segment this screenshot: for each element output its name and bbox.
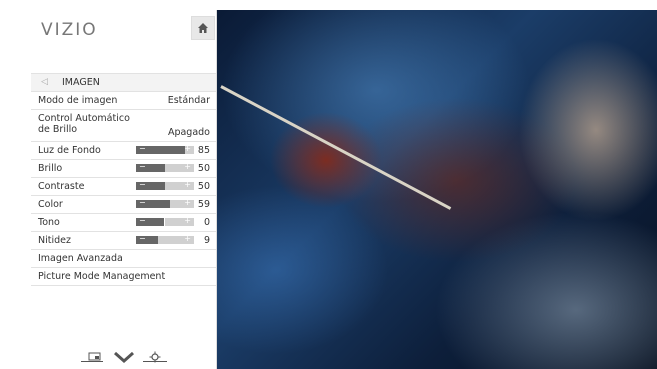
minus-icon: −	[139, 162, 146, 171]
chevron-down-icon	[114, 351, 134, 364]
menu-item-sharpness[interactable]: Nitidez − + 9	[31, 231, 216, 249]
plus-icon: +	[184, 144, 191, 153]
menu-item-label: Brillo	[38, 163, 63, 174]
tint-slider[interactable]: − +	[136, 216, 194, 226]
minus-icon: −	[139, 234, 146, 243]
home-icon	[198, 23, 208, 33]
menu-item-label: Contraste	[38, 181, 85, 192]
picture-menu-panel: VIZIO ◁ IMAGEN Modo de imagen Estándar C…	[31, 10, 217, 369]
menu-item-label: Imagen Avanzada	[38, 253, 123, 264]
menu-item-value: Estándar	[167, 95, 210, 106]
plus-icon: +	[184, 180, 191, 189]
menu-item-label: Modo de imagen	[38, 95, 118, 106]
menu-header[interactable]: ◁ IMAGEN	[31, 73, 216, 91]
minus-icon: −	[139, 180, 146, 189]
menu-item-value: 59	[197, 199, 210, 210]
menu-item-backlight[interactable]: Luz de Fondo − + 85	[31, 141, 216, 159]
menu-item-label: Picture Mode Management	[38, 271, 166, 282]
minus-icon: −	[139, 216, 146, 225]
menu-item-tint[interactable]: Tono − + 0	[31, 213, 216, 231]
menu-item-value: 85	[197, 145, 210, 156]
backlight-slider[interactable]: − +	[136, 144, 194, 154]
menu-item-label: Color	[38, 199, 63, 210]
menu-title: IMAGEN	[62, 77, 100, 88]
menu-item-color[interactable]: Color − + 59	[31, 195, 216, 213]
menu-item-advanced-picture[interactable]: Imagen Avanzada	[31, 249, 216, 267]
settings-underline	[143, 361, 167, 362]
menu-item-value: 9	[203, 235, 210, 246]
brightness-slider[interactable]: − +	[136, 162, 194, 172]
plus-icon: +	[184, 198, 191, 207]
menu-item-label: Nitidez	[38, 235, 71, 246]
menu-item-auto-brightness[interactable]: Control Automático de Brillo Apagado	[31, 109, 216, 141]
home-button[interactable]	[191, 16, 215, 40]
back-arrow-icon[interactable]: ◁	[41, 77, 48, 87]
menu-item-value: Apagado	[167, 127, 210, 138]
menu-item-label: Tono	[38, 217, 60, 228]
background-photo	[216, 10, 657, 369]
sharpness-slider[interactable]: − +	[136, 234, 194, 244]
tv-screen: VIZIO ◁ IMAGEN Modo de imagen Estándar C…	[31, 10, 657, 369]
plus-icon: +	[184, 162, 191, 171]
menu-item-picture-mode[interactable]: Modo de imagen Estándar	[31, 91, 216, 109]
menu-item-value: 50	[197, 163, 210, 174]
input-button[interactable]	[86, 348, 102, 367]
settings-button[interactable]	[149, 348, 161, 367]
vizio-logo: VIZIO	[41, 20, 98, 40]
bottom-nav	[81, 348, 171, 364]
minus-icon: −	[139, 198, 146, 207]
menu-item-value: 50	[197, 181, 210, 192]
down-button[interactable]	[114, 348, 134, 367]
minus-icon: −	[139, 144, 146, 153]
menu-list: ◁ IMAGEN Modo de imagen Estándar Control…	[31, 73, 216, 286]
menu-item-contrast[interactable]: Contraste − + 50	[31, 177, 216, 195]
color-slider[interactable]: − +	[136, 198, 194, 208]
menu-item-value: 0	[203, 217, 210, 228]
menu-item-brightness[interactable]: Brillo − + 50	[31, 159, 216, 177]
plus-icon: +	[184, 234, 191, 243]
menu-item-picture-mode-management[interactable]: Picture Mode Management	[31, 267, 216, 286]
plus-icon: +	[184, 216, 191, 225]
menu-item-label: Control Automático de Brillo	[38, 113, 130, 135]
menu-item-label: Luz de Fondo	[38, 145, 101, 156]
contrast-slider[interactable]: − +	[136, 180, 194, 190]
input-underline	[81, 361, 103, 362]
slider-center-mark	[164, 218, 165, 226]
